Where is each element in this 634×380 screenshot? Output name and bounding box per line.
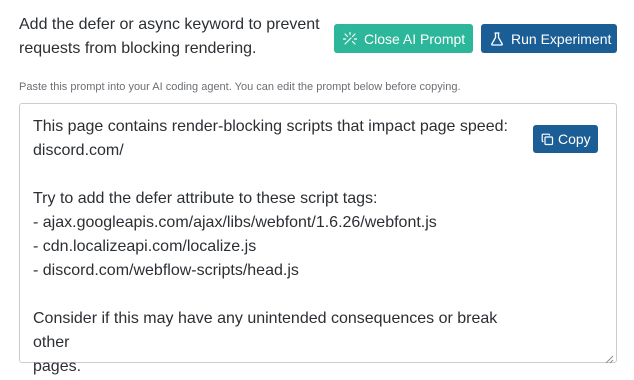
prompt-text[interactable]: This page contains render-blocking scrip… bbox=[33, 115, 533, 379]
run-experiment-button[interactable]: Run Experiment bbox=[481, 24, 617, 53]
flask-icon bbox=[489, 31, 505, 47]
description-text: Add the defer or async keyword to preven… bbox=[19, 16, 320, 57]
run-experiment-label: Run Experiment bbox=[511, 30, 612, 47]
prompt-hint-text: Paste this prompt into your AI coding ag… bbox=[19, 81, 461, 93]
ai-prompt-panel: Add the defer or async keyword to preven… bbox=[0, 0, 634, 380]
sparkle-icon bbox=[342, 31, 358, 47]
copy-label: Copy bbox=[558, 131, 591, 147]
copy-icon bbox=[541, 133, 554, 146]
close-ai-prompt-button[interactable]: Close AI Prompt bbox=[334, 24, 473, 53]
copy-button[interactable]: Copy bbox=[533, 125, 598, 153]
prompt-textarea[interactable]: This page contains render-blocking scrip… bbox=[19, 103, 617, 375]
resize-handle-icon[interactable] bbox=[605, 351, 614, 364]
close-ai-prompt-label: Close AI Prompt bbox=[364, 30, 466, 47]
